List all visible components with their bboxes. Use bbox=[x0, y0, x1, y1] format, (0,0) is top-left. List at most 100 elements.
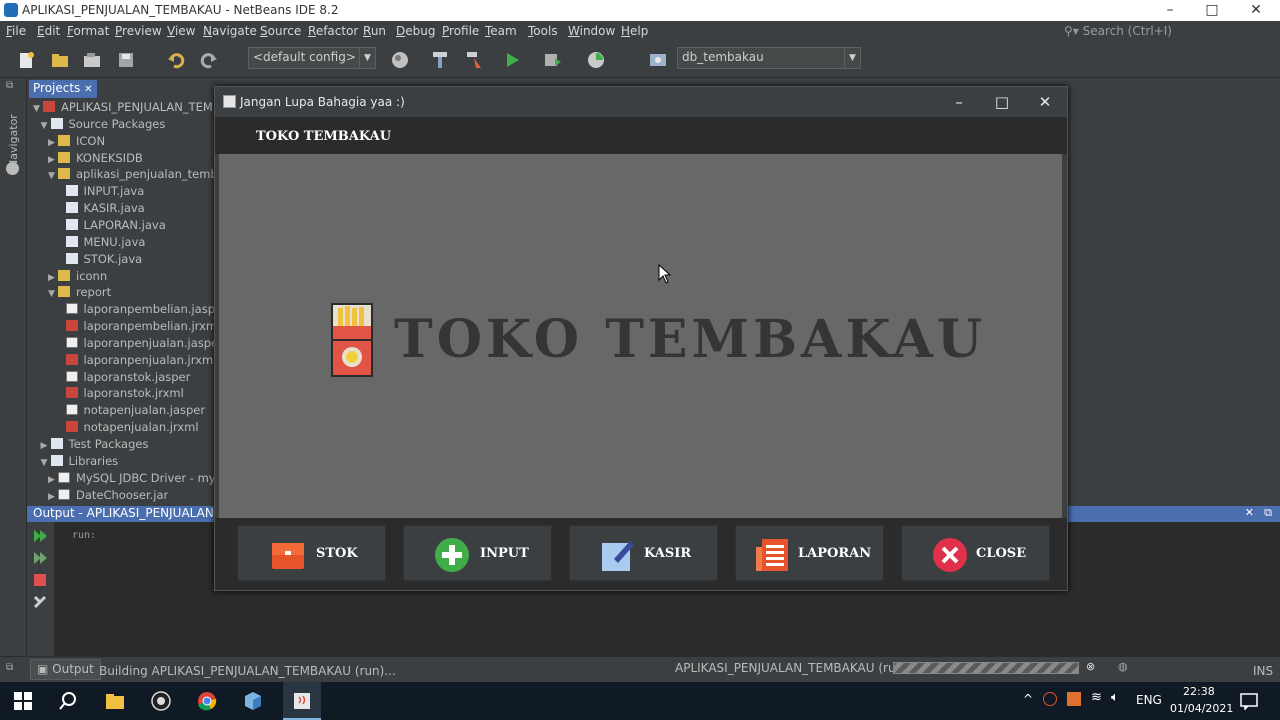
tree-node[interactable]: ▶ DateChooser.jar bbox=[48, 487, 168, 504]
undo-icon[interactable] bbox=[166, 50, 186, 70]
stok-button[interactable]: STOK bbox=[237, 525, 386, 581]
file-explorer-icon[interactable] bbox=[105, 691, 125, 711]
close-window-button[interactable]: ✕ bbox=[1236, 1, 1276, 19]
tree-node[interactable]: ▼ Libraries bbox=[41, 453, 119, 470]
globe-icon[interactable] bbox=[390, 50, 410, 70]
netbeans-taskbar-icon[interactable] bbox=[243, 691, 263, 711]
run-icon[interactable] bbox=[502, 50, 522, 70]
new-project-icon[interactable] bbox=[50, 50, 70, 70]
tree-node[interactable]: ▶ Test Packages bbox=[41, 436, 149, 453]
profile-icon[interactable] bbox=[586, 50, 606, 70]
tree-node[interactable]: ▶ iconn bbox=[48, 268, 107, 285]
menu-file[interactable]: File bbox=[6, 24, 26, 38]
tree-node[interactable]: ▼aplikasi_penjualan_tembakau bbox=[48, 166, 215, 183]
dialog-minimize-button[interactable]: – bbox=[944, 91, 974, 113]
dialog-close-button[interactable]: ✕ bbox=[1030, 91, 1060, 113]
menu-source[interactable]: Source bbox=[260, 24, 301, 38]
menu-debug[interactable]: Debug bbox=[396, 24, 435, 38]
menu-profile[interactable]: Profile bbox=[442, 24, 479, 38]
close-button[interactable]: CLOSE bbox=[901, 525, 1050, 581]
input-button[interactable]: INPUT bbox=[403, 525, 552, 581]
stop-icon[interactable] bbox=[32, 572, 48, 588]
tree-node[interactable]: KASIR.java bbox=[56, 200, 145, 217]
save-all-icon[interactable] bbox=[116, 50, 136, 70]
tray-app2-icon[interactable] bbox=[1067, 692, 1081, 706]
build-hammer-icon[interactable] bbox=[430, 50, 450, 70]
notification-icon[interactable]: ◍ bbox=[1118, 660, 1128, 673]
menu-help[interactable]: Help bbox=[621, 24, 648, 38]
tree-node[interactable]: STOK.java bbox=[56, 251, 142, 268]
obs-icon[interactable] bbox=[151, 691, 171, 711]
tray-app-icon[interactable] bbox=[1043, 692, 1057, 706]
cancel-task-icon[interactable]: ⊗ bbox=[1086, 660, 1095, 673]
tree-node[interactable]: ▶MySQL JDBC Driver - mysql-connector bbox=[48, 470, 215, 487]
tree-node[interactable]: laporanpembelian.jrxml bbox=[56, 318, 215, 335]
wifi-icon[interactable]: ≋ bbox=[1091, 690, 1102, 705]
connection-select[interactable]: db_tembakau ▼ bbox=[677, 47, 861, 69]
tree-node[interactable]: notapenjualan.jasper bbox=[56, 402, 205, 419]
tree-node[interactable]: notapenjualan.jrxml bbox=[56, 419, 199, 436]
redo-icon[interactable] bbox=[199, 50, 219, 70]
menu-navigate[interactable]: Navigate bbox=[203, 24, 257, 38]
tree-node[interactable]: LAPORAN.java bbox=[56, 217, 166, 234]
volume-icon[interactable]: 🔈︎ bbox=[1111, 690, 1119, 705]
menu-view[interactable]: View bbox=[167, 24, 195, 38]
tab-projects[interactable]: Projects ✕ bbox=[29, 80, 97, 98]
menu-window[interactable]: Window bbox=[568, 24, 615, 38]
rerun-with-params-icon[interactable] bbox=[32, 550, 48, 566]
minimize-button[interactable]: – bbox=[1150, 1, 1190, 19]
tree-node[interactable]: ▶ ICON bbox=[48, 133, 105, 150]
tree-node[interactable]: ▼APLIKASI_PENJUALAN_TEMBAKAU bbox=[33, 99, 215, 116]
windows-start-icon[interactable] bbox=[13, 691, 33, 711]
menu-run[interactable]: Run bbox=[363, 24, 386, 38]
search-box[interactable]: ⚲▾ Search (Ctrl+I) bbox=[1064, 24, 1172, 38]
tree-node[interactable]: INPUT.java bbox=[56, 183, 144, 200]
new-file-icon[interactable] bbox=[16, 50, 36, 70]
dialog-maximize-button[interactable]: □ bbox=[987, 91, 1017, 113]
kasir-button[interactable]: KASIR bbox=[569, 525, 718, 581]
language-indicator[interactable]: ENG bbox=[1136, 693, 1162, 707]
menu-edit[interactable]: Edit bbox=[37, 24, 60, 38]
output-minimized-tab[interactable]: ▣ Output bbox=[30, 659, 101, 680]
menu-team[interactable]: Team bbox=[485, 24, 517, 38]
menu-tools[interactable]: Tools bbox=[528, 24, 558, 38]
config-select[interactable]: <default config> ▼ bbox=[248, 47, 376, 69]
menu-format[interactable]: Format bbox=[67, 24, 109, 38]
close-tab-icon[interactable]: ✕ bbox=[84, 84, 92, 95]
action-center-icon[interactable] bbox=[1240, 692, 1258, 710]
jrxml-file-icon bbox=[65, 421, 78, 433]
tree-node[interactable]: ▶ KONEKSIDB bbox=[48, 150, 143, 167]
tree-node[interactable]: laporanstok.jrxml bbox=[56, 385, 184, 402]
restore-output-icon[interactable]: ⧉ bbox=[6, 662, 13, 673]
clock-date[interactable]: 01/04/2021 bbox=[1170, 702, 1233, 715]
laporan-button[interactable]: LAPORAN bbox=[735, 525, 884, 581]
maximize-button[interactable]: □ bbox=[1192, 1, 1232, 19]
maximize-output-icon[interactable]: ⧉ bbox=[1264, 506, 1272, 520]
close-output-icon[interactable]: ✕ bbox=[1245, 506, 1254, 519]
menu-refactor[interactable]: Refactor bbox=[308, 24, 358, 38]
rerun-icon[interactable] bbox=[32, 528, 48, 544]
settings-icon[interactable] bbox=[32, 594, 48, 610]
clock-time[interactable]: 22:38 bbox=[1183, 685, 1215, 698]
chrome-icon[interactable] bbox=[197, 691, 217, 711]
show-hidden-icons-icon[interactable]: ^ bbox=[1023, 692, 1033, 706]
search-icon[interactable] bbox=[58, 691, 78, 711]
briefcase-icon bbox=[272, 543, 304, 569]
tree-node[interactable]: laporanstok.jasper bbox=[56, 369, 190, 386]
tree-node[interactable]: ▼ Source Packages bbox=[41, 116, 166, 133]
clean-build-icon[interactable] bbox=[464, 50, 484, 70]
menu-preview[interactable]: Preview bbox=[115, 24, 162, 38]
tree-node[interactable]: ▼ report bbox=[48, 284, 111, 301]
navigator-tab[interactable]: Navigator bbox=[7, 108, 21, 168]
restore-window-group-icon[interactable]: ⧉ bbox=[6, 80, 13, 91]
tree-node[interactable]: laporanpenjualan.jasper bbox=[56, 335, 215, 352]
java-app-taskbar-item[interactable] bbox=[283, 682, 321, 720]
tree-node[interactable]: laporanpenjualan.jrxml bbox=[56, 352, 215, 369]
database-connection-icon[interactable] bbox=[648, 50, 668, 70]
collapsed-arrow-icon[interactable]: ▶ bbox=[48, 489, 58, 506]
open-project-icon[interactable] bbox=[82, 50, 102, 70]
debug-icon[interactable] bbox=[542, 50, 562, 70]
tree-node[interactable]: MENU.java bbox=[56, 234, 145, 251]
tree-node[interactable]: laporanpembelian.jasper bbox=[56, 301, 215, 318]
tree-node-label: report bbox=[76, 285, 112, 300]
